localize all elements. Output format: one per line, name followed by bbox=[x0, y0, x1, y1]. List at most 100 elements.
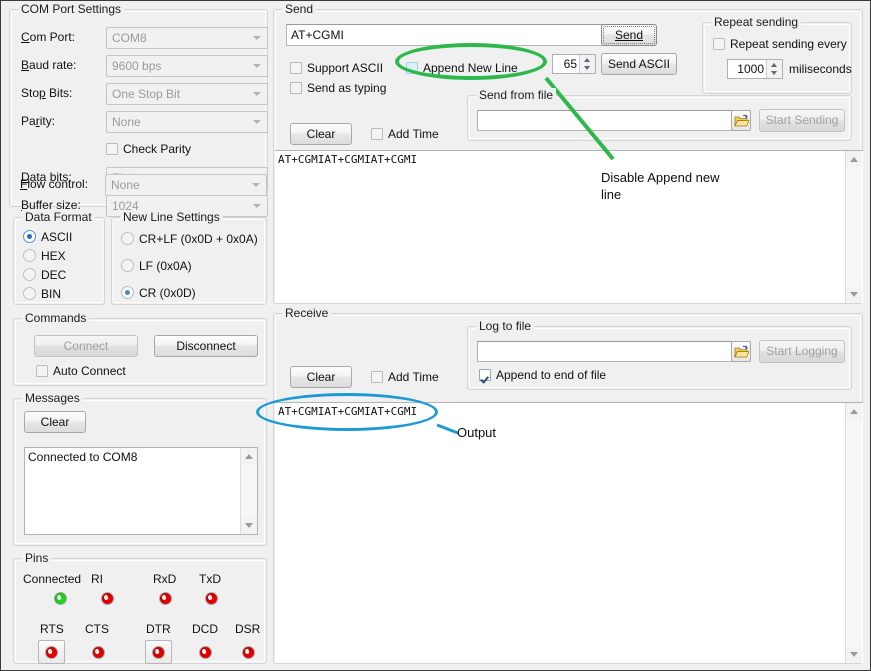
log-file-path-input[interactable] bbox=[477, 341, 749, 362]
scroll-up-icon[interactable] bbox=[846, 403, 862, 419]
send-output-scrollbar[interactable] bbox=[845, 151, 862, 303]
send-clear-button[interactable]: Clear bbox=[290, 123, 352, 145]
chevron-down-icon bbox=[253, 120, 261, 124]
receive-group: Receive Clear Add Time Log to file Start… bbox=[273, 313, 863, 664]
baud-rate-label: Baud rate: bbox=[21, 58, 76, 72]
send-add-time-checkbox[interactable]: Add Time bbox=[371, 127, 439, 141]
repeat-sending-checkbox[interactable]: Repeat sending every bbox=[713, 37, 847, 51]
blue-annotation-text: Output bbox=[457, 424, 496, 441]
send-button[interactable]: Send bbox=[601, 24, 657, 46]
pin-label-ri: RI bbox=[91, 572, 103, 586]
checkbox-box bbox=[371, 371, 383, 383]
spinner-arrows[interactable] bbox=[579, 55, 595, 73]
pin-label-dtr: DTR bbox=[146, 622, 171, 636]
connect-button[interactable]: Connect bbox=[34, 335, 138, 357]
pins-title: Pins bbox=[22, 551, 51, 565]
radio-data-format-ascii[interactable]: ASCII bbox=[23, 230, 72, 244]
repeat-sending-label: Repeat sending every bbox=[730, 37, 847, 51]
stop-bits-select[interactable]: One Stop Bit bbox=[106, 83, 268, 105]
data-format-title: Data Format bbox=[22, 210, 95, 224]
ascii-code-spinner[interactable]: 65 bbox=[552, 54, 596, 74]
radio-label: CR (0x0D) bbox=[139, 286, 196, 300]
chevron-down-icon bbox=[252, 183, 260, 187]
check-parity-checkbox[interactable]: Check Parity bbox=[106, 142, 191, 156]
data-format-group: Data Format ASCII HEX DEC BIN bbox=[13, 217, 105, 305]
folder-open-icon bbox=[734, 344, 750, 360]
check-parity-label: Check Parity bbox=[123, 142, 191, 156]
pin-label-cts: CTS bbox=[85, 622, 109, 636]
new-line-settings-group: New Line Settings CR+LF (0x0D + 0x0A) LF… bbox=[111, 217, 267, 305]
send-as-typing-checkbox[interactable]: Send as typing bbox=[290, 81, 386, 95]
scroll-down-icon[interactable] bbox=[846, 647, 862, 663]
messages-title: Messages bbox=[22, 391, 83, 405]
radio-data-format-dec[interactable]: DEC bbox=[23, 268, 66, 282]
scroll-up-icon[interactable] bbox=[846, 151, 862, 167]
messages-log-area[interactable]: Connected to COM8 bbox=[24, 447, 258, 535]
repeat-interval-value: 1000 bbox=[728, 60, 767, 78]
chevron-down-icon bbox=[253, 92, 261, 96]
chevron-down-icon bbox=[253, 204, 261, 208]
receive-add-time-checkbox[interactable]: Add Time bbox=[371, 370, 439, 384]
send-command-input[interactable]: AT+CGMI bbox=[286, 24, 606, 46]
serial-terminal-window: COM Port Settings Com Port: COM8 Baud ra… bbox=[0, 0, 871, 671]
stop-bits-label: Stop Bits: bbox=[21, 86, 72, 100]
receive-output-text: AT+CGMIAT+CGMIAT+CGMI bbox=[278, 405, 845, 661]
pin-label-dsr: DSR bbox=[235, 622, 260, 636]
radio-label: LF (0x0A) bbox=[139, 259, 192, 273]
pin-label-txd: TxD bbox=[199, 572, 221, 586]
scroll-down-icon[interactable] bbox=[241, 518, 257, 534]
flow-control-value: None bbox=[111, 178, 140, 192]
send-file-path-input[interactable] bbox=[477, 110, 749, 131]
repeat-interval-spinner[interactable]: 1000 bbox=[727, 59, 783, 79]
commands-title: Commands bbox=[22, 311, 89, 325]
disconnect-button[interactable]: Disconnect bbox=[154, 335, 258, 357]
baud-rate-select[interactable]: 9600 bps bbox=[106, 55, 268, 77]
start-logging-button[interactable]: Start Logging bbox=[759, 340, 845, 363]
chevron-down-icon bbox=[253, 64, 261, 68]
start-sending-button[interactable]: Start Sending bbox=[759, 109, 845, 132]
receive-output-area[interactable]: AT+CGMIAT+CGMIAT+CGMI bbox=[275, 402, 863, 663]
pin-label-connected: Connected bbox=[23, 572, 81, 586]
log-to-file-group: Log to file Start Logging Append to end … bbox=[467, 326, 852, 390]
pin-led-txd bbox=[205, 592, 218, 605]
support-ascii-label: Support ASCII bbox=[307, 61, 383, 75]
support-ascii-checkbox[interactable]: Support ASCII bbox=[290, 61, 383, 75]
folder-open-icon bbox=[734, 113, 750, 129]
messages-scrollbar[interactable] bbox=[240, 448, 257, 534]
auto-connect-checkbox[interactable]: Auto Connect bbox=[36, 364, 126, 378]
log-file-browse-button[interactable] bbox=[731, 341, 751, 362]
radio-newline-cr[interactable]: CR (0x0D) bbox=[121, 286, 196, 300]
radio-label: HEX bbox=[41, 249, 66, 263]
append-to-end-checkbox[interactable]: Append to end of file bbox=[479, 368, 606, 382]
receive-clear-button[interactable]: Clear bbox=[290, 366, 352, 388]
parity-select[interactable]: None bbox=[106, 111, 268, 133]
repeat-sending-group: Repeat sending Repeat sending every 1000… bbox=[702, 22, 852, 94]
send-file-browse-button[interactable] bbox=[731, 110, 751, 131]
spinner-arrows[interactable] bbox=[766, 60, 782, 78]
pin-led-dcd bbox=[199, 646, 212, 659]
send-as-typing-label: Send as typing bbox=[307, 81, 386, 95]
focus-ring bbox=[603, 26, 655, 44]
pin-led-rxd bbox=[159, 592, 172, 605]
checkbox-box bbox=[290, 62, 302, 74]
radio-data-format-hex[interactable]: HEX bbox=[23, 249, 66, 263]
receive-output-scrollbar[interactable] bbox=[845, 403, 862, 663]
radio-newline-crlf[interactable]: CR+LF (0x0D + 0x0A) bbox=[121, 232, 258, 246]
messages-clear-button[interactable]: Clear bbox=[24, 411, 86, 433]
scroll-up-icon[interactable] bbox=[241, 448, 257, 464]
radio-circle bbox=[121, 259, 134, 272]
radio-data-format-bin[interactable]: BIN bbox=[23, 287, 61, 301]
scroll-down-icon[interactable] bbox=[846, 287, 862, 303]
send-ascii-button[interactable]: Send ASCII bbox=[601, 53, 677, 75]
com-port-select[interactable]: COM8 bbox=[106, 27, 268, 49]
radio-circle bbox=[23, 230, 36, 243]
send-output-area[interactable]: AT+CGMIAT+CGMIAT+CGMI bbox=[275, 150, 863, 303]
commands-group: Commands Connect Disconnect Auto Connect bbox=[13, 318, 267, 386]
append-new-line-checkbox[interactable]: Append New Line bbox=[406, 61, 518, 75]
checkbox-box bbox=[290, 82, 302, 94]
parity-label: Parity: bbox=[21, 114, 55, 128]
pin-led-connected bbox=[54, 592, 67, 605]
flow-control-select[interactable]: None bbox=[105, 174, 267, 196]
append-to-end-label: Append to end of file bbox=[496, 368, 606, 382]
radio-newline-lf[interactable]: LF (0x0A) bbox=[121, 259, 192, 273]
